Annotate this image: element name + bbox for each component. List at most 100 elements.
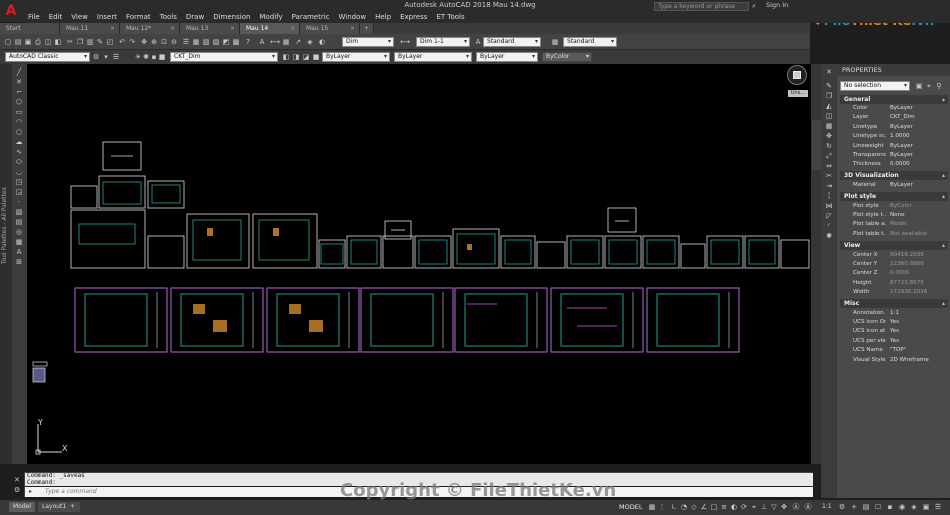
3d-object-snap-icon[interactable]: ⌖ (750, 503, 758, 511)
circle-icon[interactable]: ○ (15, 128, 23, 136)
preview-icon[interactable]: ◫ (44, 38, 52, 46)
application-menu-button[interactable]: A (0, 0, 22, 22)
tool-palettes-icon[interactable]: ▧ (202, 38, 210, 46)
line-icon[interactable]: ╱ (15, 68, 23, 76)
cut-icon[interactable]: ✂ (66, 38, 74, 46)
menu-file[interactable]: File (28, 12, 40, 23)
plot-icon[interactable]: ⎙ (34, 38, 42, 46)
menu-format[interactable]: Format (126, 12, 151, 23)
lock-ui-icon[interactable]: ▪ (886, 503, 894, 511)
tab-mau-15[interactable]: Mau 15 ✕ (300, 23, 360, 34)
tab-mau-14[interactable]: Mau 14 ✕ (240, 23, 300, 34)
tab-layout1[interactable]: Layout1 (38, 502, 71, 512)
menu-help[interactable]: Help (375, 12, 391, 23)
close-icon[interactable]: ✕ (14, 476, 22, 484)
make-block-icon[interactable]: ◲ (15, 188, 23, 196)
text-style-combo[interactable]: Standard (483, 37, 541, 47)
wrench-icon[interactable]: ⚙ (14, 486, 22, 494)
tab-mau-12[interactable]: Mau 12* ✕ (120, 23, 180, 34)
layer-isolate-icon[interactable]: ◪ (302, 53, 310, 61)
spline-icon[interactable]: ∿ (15, 148, 23, 156)
menu-parametric[interactable]: Parametric (292, 12, 330, 23)
close-icon[interactable]: ✕ (170, 23, 175, 34)
dimension-scale-combo[interactable]: Dim 1-1 (416, 37, 470, 47)
add-selected-icon[interactable]: ⊞ (15, 258, 23, 266)
clean-screen-icon[interactable]: ▣ (922, 503, 930, 511)
search-input[interactable]: Type a keyword or phrase (654, 2, 749, 11)
property-row[interactable]: Visual Style 2D Wireframe (840, 356, 948, 365)
plot-style-combo[interactable]: ByColor (542, 52, 592, 62)
revision-cloud-icon[interactable]: ☁ (15, 138, 23, 146)
new-file-icon[interactable]: ▢ (4, 38, 12, 46)
annotation-visibility-icon[interactable]: Ⓐ (792, 503, 800, 511)
gradient-icon[interactable]: ▤ (15, 218, 23, 226)
section-misc[interactable]: Misc (840, 299, 948, 308)
ellipse-arc-icon[interactable]: ◡ (15, 168, 23, 176)
section-plot-style[interactable]: Plot style (840, 192, 948, 201)
property-row[interactable]: Height 87723.8575 (840, 279, 948, 288)
sheet-set-icon[interactable]: ▨ (212, 38, 220, 46)
open-file-icon[interactable]: ▤ (14, 38, 22, 46)
select-objects-icon[interactable]: ⌖ (925, 82, 933, 90)
explode-icon[interactable]: ✺ (825, 232, 833, 240)
property-row[interactable]: Layer CKT_Dim (840, 113, 948, 122)
annotation-monitor-icon[interactable]: + (850, 503, 858, 511)
table-style-combo[interactable]: Standard (563, 37, 617, 47)
erase-icon[interactable]: ✎ (825, 82, 833, 90)
menu-window[interactable]: Window (339, 12, 367, 23)
new-tab-button[interactable]: + (360, 23, 374, 34)
viewcube[interactable] (787, 65, 807, 85)
viewcube-face-icon[interactable] (793, 71, 801, 79)
property-row[interactable]: Thickness 0.0000 (840, 160, 948, 169)
paste-icon[interactable]: ▥ (86, 38, 94, 46)
ellipse-icon[interactable]: ⬭ (15, 158, 23, 166)
close-icon[interactable]: ✕ (290, 23, 295, 34)
add-layout-button[interactable]: + (68, 502, 80, 512)
property-row[interactable]: Lineweight ByLayer (840, 142, 948, 151)
ortho-icon[interactable]: ∟ (670, 503, 678, 511)
extend-icon[interactable]: ⇥ (825, 182, 833, 190)
region-icon[interactable]: ◎ (15, 228, 23, 236)
close-palette-icon[interactable]: ✕ (825, 68, 833, 76)
property-row[interactable]: Annotation... 1:1 (840, 309, 948, 318)
gizmo-icon[interactable]: ✥ (780, 503, 788, 511)
trim-icon[interactable]: ✂ (825, 172, 833, 180)
drawing-canvas[interactable] (27, 64, 811, 464)
selection-combo[interactable]: No selection (840, 81, 910, 91)
rotate-icon[interactable]: ↻ (825, 142, 833, 150)
property-row[interactable]: UCS icon On Yes (840, 318, 948, 327)
fillet-icon[interactable]: ◜ (825, 222, 833, 230)
menu-edit[interactable]: Edit (49, 12, 63, 23)
multileader-style-icon[interactable]: ↗ (294, 38, 302, 46)
layer-manager-icon[interactable]: ☰ (112, 53, 120, 61)
property-row[interactable]: Transparency ByLayer (840, 151, 948, 160)
linetype-combo[interactable]: ByLayer (394, 52, 472, 62)
gear-icon[interactable]: ⚙ (92, 53, 100, 61)
copy-icon[interactable]: ❐ (76, 38, 84, 46)
insert-block-icon[interactable]: ◳ (15, 178, 23, 186)
arc-icon[interactable]: ◠ (15, 118, 23, 126)
zoom-realtime-icon[interactable]: ⊕ (150, 38, 158, 46)
multiline-text-icon[interactable]: A (15, 248, 23, 256)
tab-mau-13[interactable]: Mau 13 ✕ (180, 23, 240, 34)
redo-icon[interactable]: ↷ (128, 38, 136, 46)
menu-modify[interactable]: Modify (259, 12, 282, 23)
menu-insert[interactable]: Insert (97, 12, 117, 23)
tab-model[interactable]: Model (9, 502, 36, 512)
stretch-icon[interactable]: ⇔ (825, 162, 833, 170)
color-combo[interactable]: ByLayer (322, 52, 390, 62)
isodraft-icon[interactable]: ◇ (690, 503, 698, 511)
property-row[interactable]: Plot table t... Not available (840, 230, 948, 239)
customization-icon[interactable]: ☰ (934, 503, 942, 511)
dimension-style-combo[interactable]: Dim (342, 37, 394, 47)
block-editor-icon[interactable]: ◰ (106, 38, 114, 46)
offset-icon[interactable]: ◫ (825, 112, 833, 120)
dynamic-ucs-icon[interactable]: ⊥ (760, 503, 768, 511)
move-icon[interactable]: ✥ (825, 132, 833, 140)
property-row[interactable]: Color ByLayer (840, 104, 948, 113)
mirror-icon[interactable]: ◭ (825, 102, 833, 110)
property-row[interactable]: Center Y 22360.8869 (840, 260, 948, 269)
tab-mau-11[interactable]: Mau 11 ✕ (60, 23, 120, 34)
visual-style-icon[interactable]: ◐ (318, 38, 326, 46)
menu-express[interactable]: Express (400, 12, 427, 23)
